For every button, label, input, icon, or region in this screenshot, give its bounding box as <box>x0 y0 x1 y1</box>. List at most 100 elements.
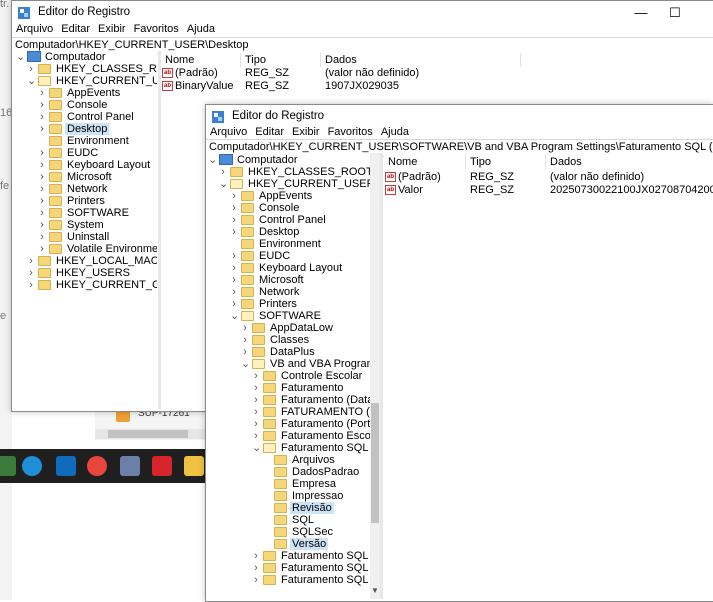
tree-node-faturamento-sql-fertibor[interactable]: › Faturamento SQL (Fertibor <box>206 550 370 562</box>
chevron-right-icon[interactable]: › <box>27 255 35 267</box>
tree-node-faturamento-sql-karina[interactable]: › Faturamento SQL (Karina) <box>206 574 370 586</box>
column-header-dados[interactable]: Dados <box>321 53 521 67</box>
tree-node-volatile-environment[interactable]: › Volatile Environment <box>12 243 157 255</box>
tree-node-faturamento-escolar[interactable]: › Faturamento Escolar <box>206 430 370 442</box>
column-header-nome[interactable]: Nome <box>161 53 241 67</box>
menu-favoritos[interactable]: Favoritos <box>130 21 183 37</box>
chevron-right-icon[interactable]: › <box>230 250 238 262</box>
chevron-right-icon[interactable]: › <box>252 550 260 562</box>
tree-node-appevents[interactable]: › AppEvents <box>12 87 157 99</box>
chevron-right-icon[interactable]: › <box>230 202 238 214</box>
tree-node-vb-and-vba-program-settings[interactable]: ⌄ VB and VBA Program Settings <box>206 358 370 370</box>
tree-node-appevents[interactable]: › AppEvents <box>206 190 370 202</box>
chevron-right-icon[interactable]: › <box>230 190 238 202</box>
tree-node-printers[interactable]: › Printers <box>12 195 157 207</box>
chevron-right-icon[interactable]: › <box>230 286 238 298</box>
tree-node-network[interactable]: › Network <box>206 286 370 298</box>
chevron-down-icon[interactable]: ⌄ <box>252 442 261 454</box>
menu-exibir[interactable]: Exibir <box>288 124 324 140</box>
tree-node-appdatalow[interactable]: › AppDataLow <box>206 322 370 334</box>
tree-node-classes[interactable]: › Classes <box>206 334 370 346</box>
chevron-right-icon[interactable]: › <box>230 226 238 238</box>
chevron-right-icon[interactable]: › <box>38 207 46 219</box>
tree-node-uninstall[interactable]: › Uninstall <box>12 231 157 243</box>
value-row[interactable]: ab Valor REG_SZ 20250730022100JX02708704200… <box>384 184 713 197</box>
tree-scrollbar[interactable]: ▼ <box>370 153 380 599</box>
tree-node-printers[interactable]: › Printers <box>206 298 370 310</box>
tree-node-control-panel[interactable]: › Control Panel <box>206 214 370 226</box>
tree-node-eudc[interactable]: › EUDC <box>12 147 157 159</box>
chevron-down-icon[interactable]: ⌄ <box>27 75 36 87</box>
tree-node-keyboard-layout[interactable]: › Keyboard Layout <box>12 159 157 171</box>
tree-node-faturamento-sql-edusa[interactable]: ⌄ Faturamento SQL (Edusa) <box>206 442 370 454</box>
tree-node-network[interactable]: › Network <box>12 183 157 195</box>
menu-exibir[interactable]: Exibir <box>94 21 130 37</box>
tree-node-computador[interactable]: ⌄ Computador <box>206 154 370 166</box>
tree-node-controle-escolar[interactable]: › Controle Escolar <box>206 370 370 382</box>
chevron-right-icon[interactable]: › <box>27 279 35 291</box>
chevron-right-icon[interactable]: › <box>38 219 46 231</box>
chevron-right-icon[interactable]: › <box>38 243 46 255</box>
menu-arquivo[interactable]: Arquivo <box>12 21 57 37</box>
menu-ajuda[interactable]: Ajuda <box>377 124 413 140</box>
value-row[interactable]: ab (Padrão) REG_SZ (valor não definido) <box>384 171 713 184</box>
tree-node-eudc[interactable]: › EUDC <box>206 250 370 262</box>
chevron-right-icon[interactable]: › <box>230 274 238 286</box>
menu-arquivo[interactable]: Arquivo <box>206 124 251 140</box>
menu-favoritos[interactable]: Favoritos <box>324 124 377 140</box>
column-header-dados[interactable]: Dados <box>546 155 713 169</box>
chevron-right-icon[interactable]: › <box>38 171 46 183</box>
chevron-down-icon[interactable]: ⌄ <box>208 154 217 166</box>
tree-node-faturamento-porto-pneus[interactable]: › Faturamento (Porto Pneus <box>206 418 370 430</box>
tree-node-hkey-current-config[interactable]: › HKEY_CURRENT_CONFIG <box>12 279 157 291</box>
column-header-tipo[interactable]: Tipo <box>241 53 321 67</box>
menu-editar[interactable]: Editar <box>251 124 288 140</box>
chevron-right-icon[interactable]: › <box>252 394 260 406</box>
column-header-tipo[interactable]: Tipo <box>466 155 546 169</box>
menu-ajuda[interactable]: Ajuda <box>183 21 219 37</box>
chevron-right-icon[interactable]: › <box>219 166 227 178</box>
chevron-right-icon[interactable]: › <box>38 231 46 243</box>
tree-node-software[interactable]: › SOFTWARE <box>12 207 157 219</box>
value-row[interactable]: ab BinaryValue REG_SZ 1907JX029035 <box>161 80 713 93</box>
chevron-right-icon[interactable]: › <box>230 298 238 310</box>
tree-scroll-thumb[interactable] <box>371 403 379 523</box>
tree-node-arquivos[interactable]: Arquivos <box>206 454 370 466</box>
chrome-icon[interactable] <box>87 456 107 476</box>
tree-node-software[interactable]: ⌄ SOFTWARE <box>206 310 370 322</box>
chevron-right-icon[interactable]: › <box>230 262 238 274</box>
chevron-right-icon[interactable]: › <box>230 214 238 226</box>
tree-node-environment[interactable]: Environment <box>12 135 157 147</box>
taskbar-app-icon[interactable] <box>0 456 16 476</box>
chevron-down-icon[interactable]: ⌄ <box>16 51 25 63</box>
tree-node-empresa[interactable]: Empresa <box>206 478 370 490</box>
chevron-right-icon[interactable]: › <box>38 147 46 159</box>
tree-node-sql[interactable]: SQL <box>206 514 370 526</box>
tree-node-microsoft[interactable]: › Microsoft <box>206 274 370 286</box>
chevron-right-icon[interactable]: › <box>38 159 46 171</box>
tree-node-keyboard-layout[interactable]: › Keyboard Layout <box>206 262 370 274</box>
column-header-nome[interactable]: Nome <box>384 155 466 169</box>
tree-node-system[interactable]: › System <box>12 219 157 231</box>
tree-node-environment[interactable]: Environment <box>206 238 370 250</box>
tree-node-faturamento[interactable]: › Faturamento <box>206 382 370 394</box>
chevron-down-icon[interactable]: ⌄ <box>230 310 239 322</box>
chevron-right-icon[interactable]: › <box>252 382 260 394</box>
tree-node-faturamento-froelich[interactable]: › FATURAMENTO (FROELICH <box>206 406 370 418</box>
chevron-right-icon[interactable]: › <box>252 562 260 574</box>
chevron-right-icon[interactable]: › <box>38 87 46 99</box>
file-explorer-icon[interactable] <box>184 456 204 476</box>
tree-node-hkey-classes-root[interactable]: › HKEY_CLASSES_ROOT <box>12 63 157 75</box>
scroll-down-arrow[interactable]: ▼ <box>371 585 379 597</box>
outlook-icon[interactable] <box>56 456 76 476</box>
maximize-button[interactable]: ☐ <box>660 4 690 22</box>
tree-node-desktop[interactable]: › Desktop <box>206 226 370 238</box>
tree-node-faturamento-dataplus[interactable]: › Faturamento (DataPlus) <box>206 394 370 406</box>
chevron-right-icon[interactable]: › <box>252 418 260 430</box>
chevron-right-icon[interactable]: › <box>38 183 46 195</box>
chevron-right-icon[interactable]: › <box>252 406 260 418</box>
chevron-right-icon[interactable]: › <box>38 123 46 135</box>
tree-node-hkey-users[interactable]: › HKEY_USERS <box>12 267 157 279</box>
chevron-right-icon[interactable]: › <box>252 574 260 586</box>
tree-node-faturamento-sql-hgs-pla[interactable]: › Faturamento SQL (HGS Pla <box>206 562 370 574</box>
